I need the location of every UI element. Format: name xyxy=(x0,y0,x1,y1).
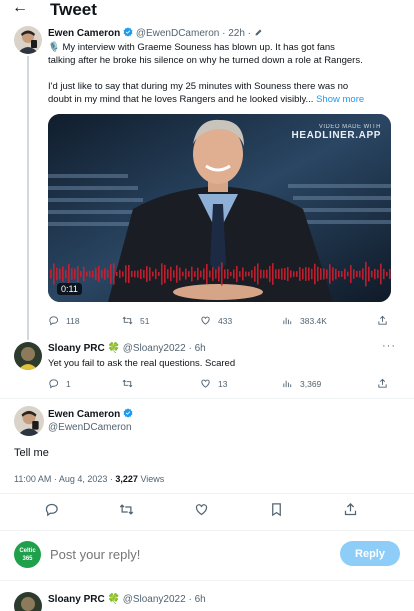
watermark: VIDEO MADE WITH HEADLINER.APP xyxy=(292,124,381,141)
divider xyxy=(0,530,414,531)
tweet-line: talking after he broke his silence on wh… xyxy=(48,55,363,66)
reply-composer: Celtic 365 Reply xyxy=(0,534,414,574)
like-button[interactable]: 433 xyxy=(200,315,232,326)
author-name[interactable]: Sloany PRC xyxy=(48,343,105,354)
views-icon xyxy=(283,317,292,325)
divider xyxy=(0,580,414,581)
like-button[interactable]: 13 xyxy=(200,378,227,389)
author-handle[interactable]: @EwenDCameron xyxy=(48,422,132,433)
retweet-icon xyxy=(122,379,133,388)
like-icon xyxy=(201,316,210,325)
reply-button[interactable]: 118 xyxy=(48,315,80,326)
views-button[interactable]: 3,369 xyxy=(282,378,321,389)
views-button[interactable]: 383.4K xyxy=(282,315,327,326)
verified-icon xyxy=(123,27,133,37)
views-count: 3,369 xyxy=(300,378,322,389)
like-button[interactable] xyxy=(194,502,210,518)
reply-input[interactable] xyxy=(50,544,270,564)
share-button[interactable] xyxy=(377,315,395,326)
avatar[interactable] xyxy=(14,342,42,370)
retweet-count: 51 xyxy=(140,315,150,326)
reply-count: 1 xyxy=(66,378,71,389)
reply-icon xyxy=(49,379,59,389)
video-duration: 0:11 xyxy=(57,283,82,295)
clover-badge: 🍀 xyxy=(107,594,120,605)
views-count: 383.4K xyxy=(300,315,327,326)
like-count: 13 xyxy=(218,378,228,389)
author-handle[interactable]: @Sloany2022 xyxy=(123,594,186,605)
reply-count: 118 xyxy=(66,315,80,326)
share-icon xyxy=(378,315,387,325)
tweet-timestamp[interactable]: 11:00 AM · Aug 4, 2023 · xyxy=(14,474,115,484)
back-arrow-icon[interactable]: ← xyxy=(12,0,28,17)
divider xyxy=(0,398,414,399)
avatar-text-bottom: 365 xyxy=(22,556,33,562)
more-icon[interactable]: ··· xyxy=(382,340,396,352)
avatar-text-top: Celtic xyxy=(19,548,36,554)
author-handle[interactable]: @Sloany2022 xyxy=(123,343,186,354)
author-name[interactable]: Sloany PRC xyxy=(48,594,105,605)
retweet-button[interactable] xyxy=(119,502,135,518)
views-count: 3,227 xyxy=(115,474,138,484)
tweet-time[interactable]: · 22h · xyxy=(222,28,251,39)
main-tweet-actions xyxy=(0,502,414,522)
video-player[interactable]: VIDEO MADE WITH HEADLINER.APP 0:11 xyxy=(48,114,391,302)
tweet-time[interactable]: · 6h xyxy=(188,343,205,354)
views-label: Views xyxy=(137,474,165,484)
like-count: 433 xyxy=(218,315,233,326)
page-title: Tweet xyxy=(50,0,97,19)
share-icon xyxy=(378,378,387,388)
views-icon xyxy=(283,380,292,388)
reply-button[interactable] xyxy=(44,502,60,518)
bookmark-button[interactable] xyxy=(269,502,285,518)
author-handle[interactable]: @EwenDCameron xyxy=(136,28,220,39)
tweet-actions: 1 13 3,369 xyxy=(48,378,394,392)
share-button[interactable] xyxy=(377,378,395,389)
tweet-body: 🎙️ My interview with Graeme Souness has … xyxy=(48,41,398,106)
retweet-button[interactable] xyxy=(122,378,140,389)
divider xyxy=(0,493,414,494)
tweet-line: doubt in my mind that he loves Rangers a… xyxy=(48,94,314,105)
reply-icon xyxy=(49,316,59,326)
user-avatar[interactable]: Celtic 365 xyxy=(14,541,41,568)
tweet-body: Yet you fail to ask the real questions. … xyxy=(48,358,236,369)
tweet-meta: 11:00 AM · Aug 4, 2023 · 3,227 Views xyxy=(14,474,164,484)
author-name-text: Ewen Cameron xyxy=(48,409,121,420)
share-button[interactable] xyxy=(343,502,359,518)
share-icon xyxy=(344,502,357,516)
retweet-icon xyxy=(119,504,134,515)
tweet-line: 🎙️ My interview with Graeme Souness has … xyxy=(48,42,335,53)
reply-button[interactable]: Reply xyxy=(340,541,400,566)
tweet-actions: 118 51 433 383.4K xyxy=(48,315,394,329)
audio-waveform xyxy=(50,261,391,287)
retweet-icon xyxy=(122,316,133,325)
edit-icon xyxy=(255,29,262,36)
author-name[interactable]: Ewen Cameron xyxy=(48,28,120,39)
author-name[interactable]: Ewen Cameron xyxy=(48,408,133,420)
watermark-caption: VIDEO MADE WITH xyxy=(318,124,381,130)
top-bar: ← Tweet xyxy=(0,0,414,20)
like-icon xyxy=(195,504,208,516)
tweet-time[interactable]: · 6h xyxy=(188,594,205,605)
like-icon xyxy=(201,379,210,388)
avatar[interactable] xyxy=(14,592,42,611)
tweet-header: Sloany PRC 🍀 @Sloany2022 · 6h xyxy=(48,343,206,354)
avatar[interactable] xyxy=(14,26,42,54)
tweet-line: I'd just like to say that during my 25 m… xyxy=(48,81,349,92)
reply-icon xyxy=(45,503,58,517)
tweet-header: Ewen Cameron @EwenDCameron · 22h · xyxy=(48,27,263,39)
verified-icon xyxy=(123,408,133,418)
clover-badge: 🍀 xyxy=(107,343,120,354)
thread-line xyxy=(27,56,29,340)
watermark-brand: HEADLINER.APP xyxy=(291,130,381,141)
avatar[interactable] xyxy=(14,406,44,436)
retweet-button[interactable]: 51 xyxy=(122,315,149,326)
tweet-header: Sloany PRC 🍀 @Sloany2022 · 6h xyxy=(48,594,206,605)
tweet-body: Tell me xyxy=(14,447,49,459)
bookmark-icon xyxy=(272,503,281,517)
show-more-link[interactable]: Show more xyxy=(316,94,364,105)
reply-button[interactable]: 1 xyxy=(48,378,71,389)
